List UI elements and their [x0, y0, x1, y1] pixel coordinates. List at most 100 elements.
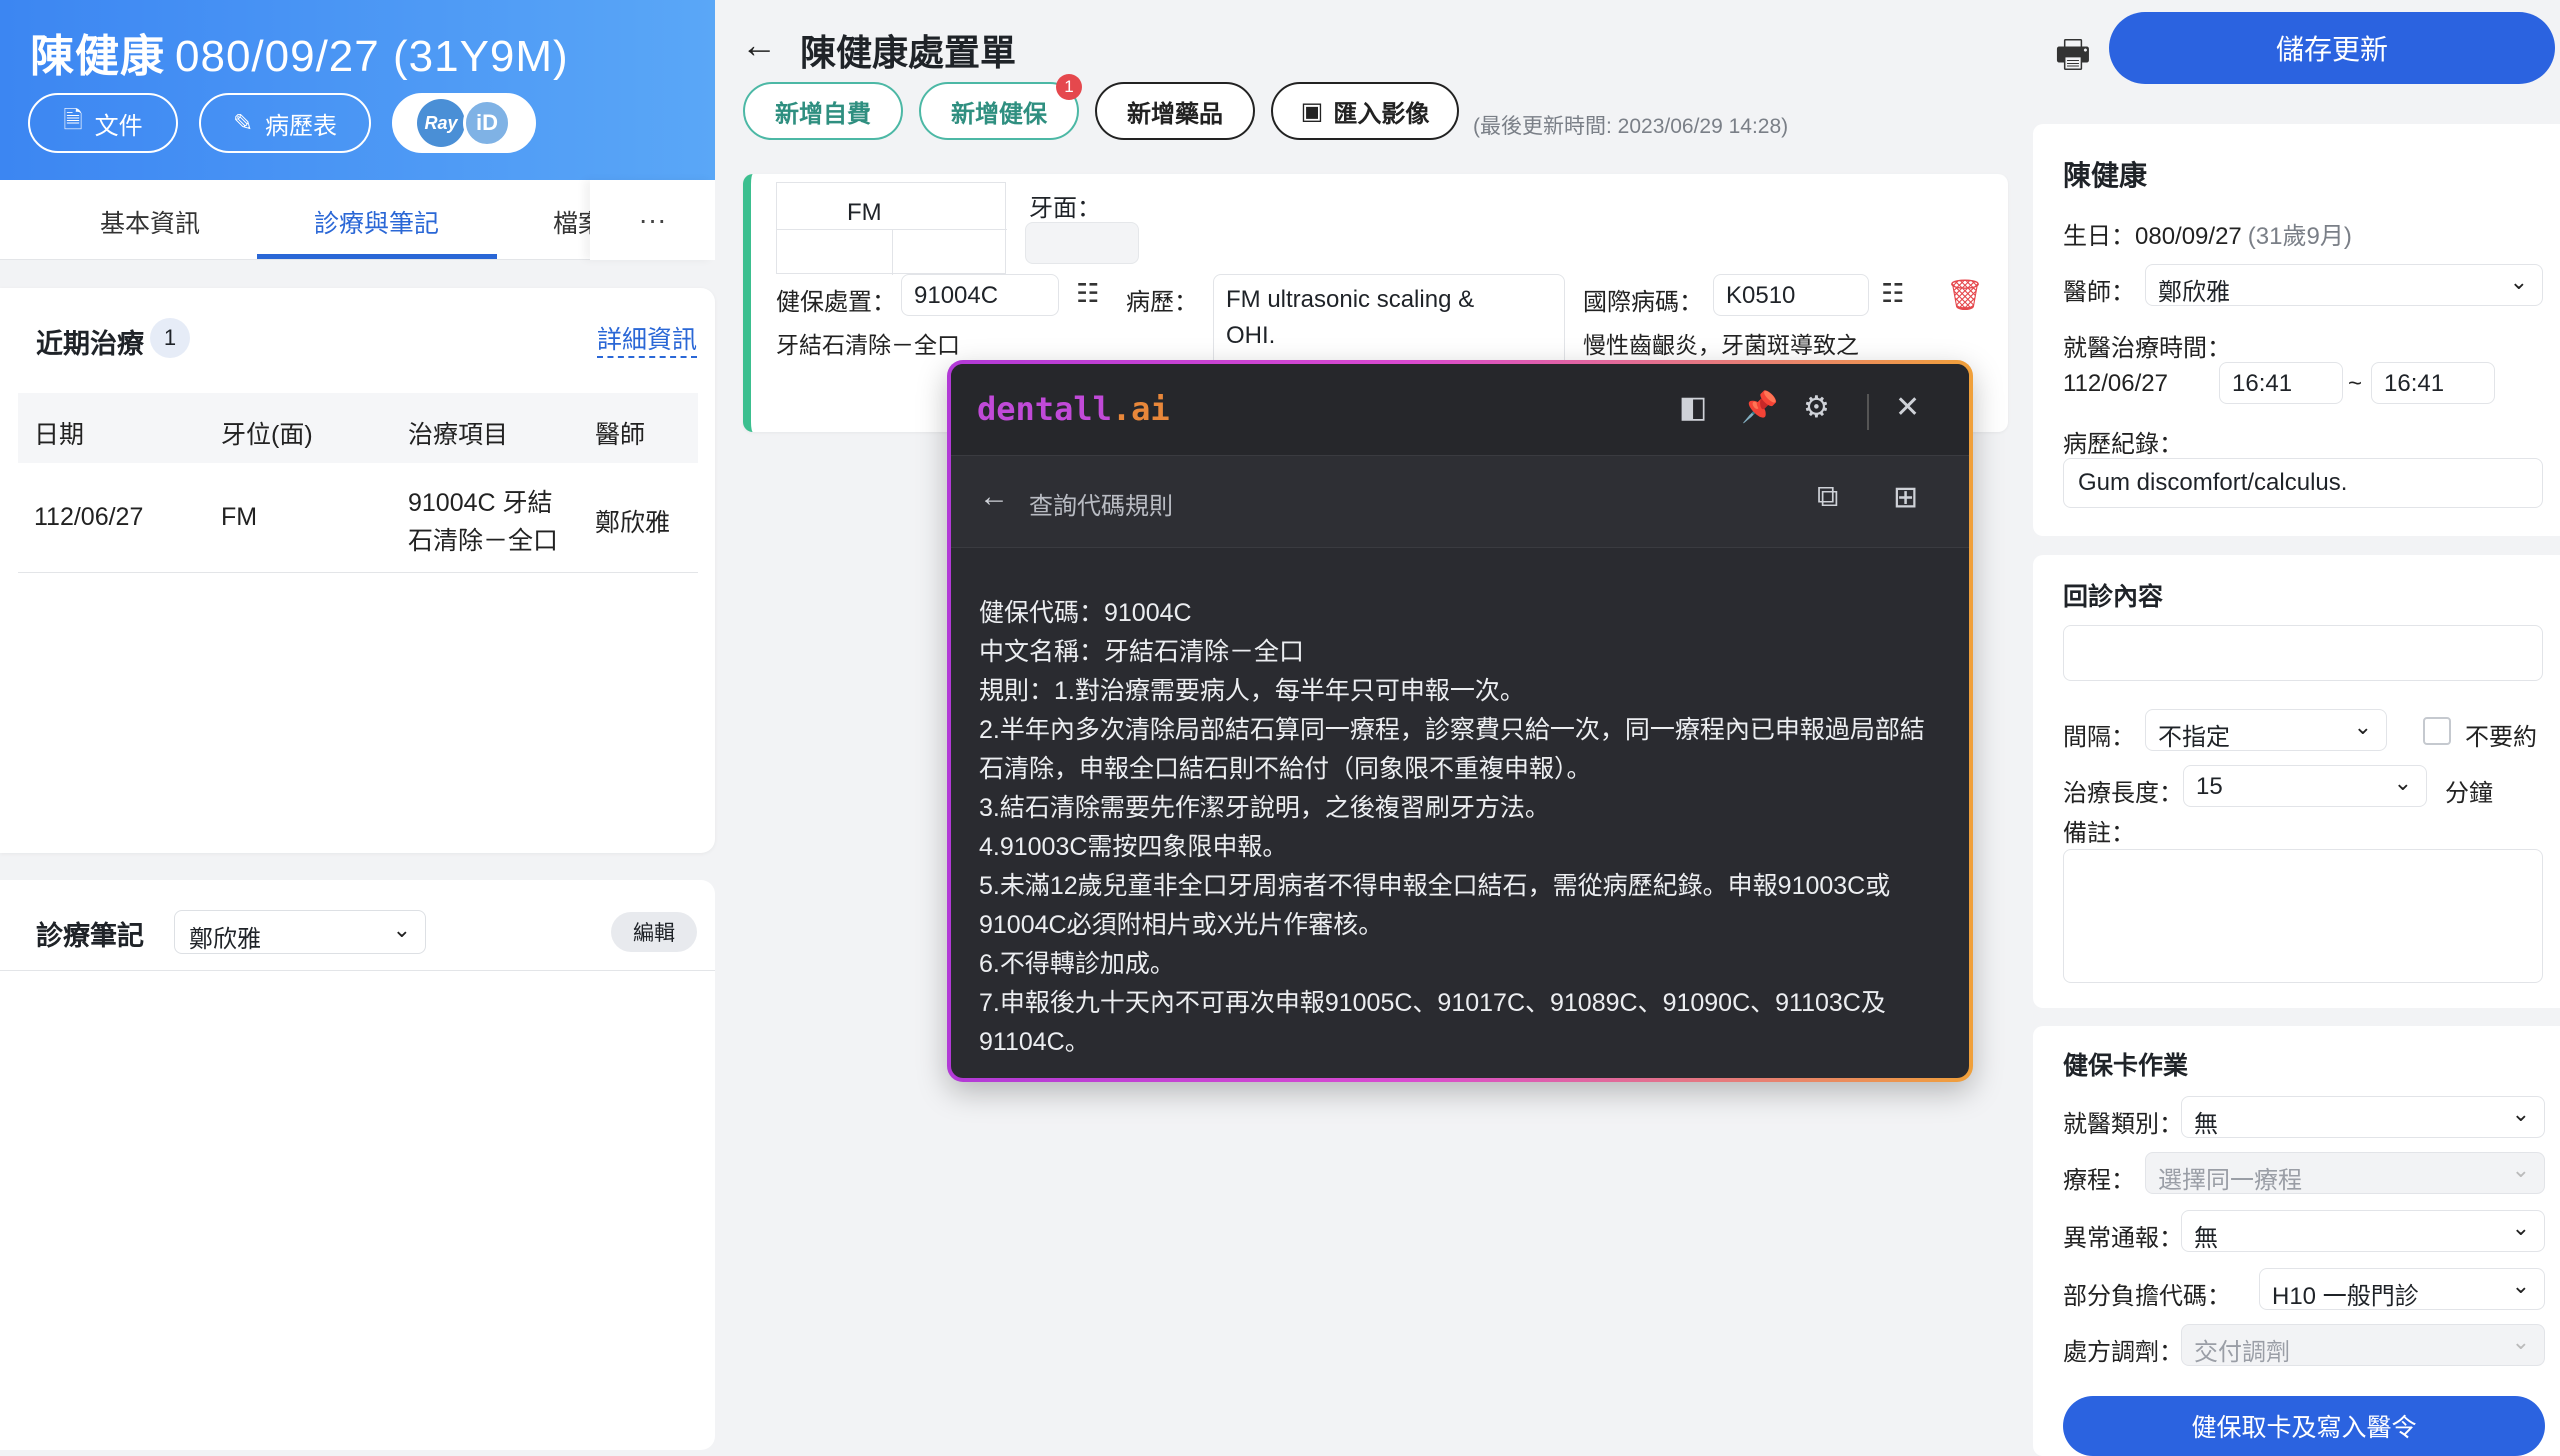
nhi-read-write-button[interactable]: 健保取卡及寫入醫令: [2063, 1396, 2545, 1456]
back-arrow-icon[interactable]: ←: [979, 480, 1009, 514]
popup-subtitle: 查詢代碼規則: [1029, 493, 1173, 520]
add-drug-button[interactable]: 新增藥品: [1095, 82, 1255, 140]
course-label: 療程：: [2063, 1167, 2135, 1194]
length-select[interactable]: 15 ⌄: [2183, 765, 2427, 807]
time-tilde: ~: [2348, 370, 2363, 397]
tooth-position-grid[interactable]: FM: [776, 182, 1007, 275]
list-icon[interactable]: ☷: [1076, 278, 1099, 309]
nhi-code-input[interactable]: 91004C: [901, 274, 1059, 316]
birth-row: 生日：080/09/27 (31歲9月): [2063, 216, 2352, 251]
col-date: 日期: [34, 421, 85, 449]
interval-value: 不指定: [2158, 724, 2230, 751]
doctor-select[interactable]: 鄭欣雅 ⌄: [2145, 264, 2543, 306]
left-tabs: 基本資訊 診療與筆記 檔案 ···: [0, 180, 715, 260]
import-image-button[interactable]: ▣ 匯入影像: [1271, 82, 1459, 140]
minutes-label: 分鐘: [2445, 780, 2493, 807]
patient-header: 陳健康 080/09/27 (31Y9M) 🗎 文件 ✎ 病歷表 Ray iD: [0, 0, 715, 180]
popup-rule-content: 健保代碼：91004C 中文名稱：牙結石清除－全口 規則：1.對治療需要病人，每…: [951, 548, 1969, 1078]
rayid-logo-id: iD: [463, 99, 511, 147]
add-note-icon[interactable]: ⊞: [1893, 480, 1918, 515]
copay-select[interactable]: H10 一般門診 ⌄: [2259, 1268, 2545, 1310]
abnormal-label: 異常通報：: [2063, 1225, 2183, 1252]
tab-files[interactable]: 檔案: [553, 204, 593, 240]
notes-edit-button[interactable]: 編輯: [611, 912, 697, 952]
visit-patient-name: 陳健康: [2063, 160, 2148, 191]
back-arrow-icon[interactable]: ←: [741, 24, 777, 66]
rule-line: 5.未滿12歲兒童非全口牙周病者不得申報全口結石，需從病歷紀錄。申報91003C…: [979, 872, 1891, 939]
chevron-down-icon: ⌄: [2509, 269, 2528, 294]
dispense-label: 處方調劑：: [2063, 1339, 2183, 1366]
gear-icon[interactable]: ⚙: [1803, 390, 1830, 425]
patient-name: 陳健康: [30, 32, 165, 81]
rayid-button[interactable]: Ray iD: [392, 93, 536, 153]
chevron-down-icon: ⌄: [2511, 1215, 2530, 1240]
remark-textarea[interactable]: [2063, 849, 2543, 983]
rule-line: 3.結石清除需要先作潔牙說明，之後複習刷牙方法。: [979, 794, 1550, 822]
document-icon: 🗎: [63, 106, 83, 134]
copy-icon[interactable]: ⧉: [1817, 480, 1838, 514]
right-panel: 🖶 儲存更新 陳健康 生日：080/09/27 (31歲9月) 醫師： 鄭欣雅 ⌄ …: [2015, 0, 2560, 1456]
start-time-input[interactable]: 16:41: [2219, 362, 2343, 404]
dentall-ai-popup: dentall.ai ◧ 📌 ⚙ ✕ ← 查詢代碼規則 ⧉ ⊞ 健保代碼：910…: [947, 360, 1973, 1082]
icd-code-input[interactable]: K0510: [1713, 274, 1869, 316]
chart-button[interactable]: ✎ 病歷表: [199, 93, 371, 153]
tab-diagnosis-notes[interactable]: 診療與筆記: [314, 204, 439, 240]
add-nhi-button[interactable]: 新增健保: [919, 82, 1079, 140]
recent-treatment-card: 近期治療 1 詳細資訊 日期 牙位(面) 治療項目 醫師 112/06/27 F…: [0, 288, 715, 853]
history-textarea[interactable]: FM ultrasonic scaling & OHI.: [1213, 274, 1565, 370]
chevron-down-icon: ⌄: [2511, 1273, 2530, 1298]
length-label: 治療長度：: [2063, 780, 2183, 807]
abnormal-select[interactable]: 無 ⌄: [2181, 1210, 2545, 1252]
save-update-button[interactable]: 儲存更新: [2109, 12, 2555, 84]
trash-icon[interactable]: 🗑: [1946, 278, 1984, 313]
list-icon[interactable]: ☷: [1881, 278, 1904, 309]
surface-label: 牙面：: [1029, 195, 1101, 222]
recent-detail-link[interactable]: 詳細資訊: [597, 320, 698, 358]
recent-count-badge: 1: [150, 318, 190, 358]
more-tabs-button[interactable]: ···: [590, 180, 715, 260]
notes-doctor-select[interactable]: 鄭欣雅 ⌄: [174, 910, 426, 954]
row-item-line1: 91004C 牙結: [408, 489, 553, 517]
recent-treatment-title: 近期治療: [36, 329, 144, 359]
rule-line: 4.91003C需按四象限申報。: [979, 833, 1288, 861]
course-value: 選擇同一療程: [2158, 1167, 2302, 1194]
sidebar-dock-icon[interactable]: ◧: [1679, 390, 1707, 425]
row-tooth: FM: [221, 503, 258, 531]
table-row[interactable]: 112/06/27 FM 91004C 牙結 石清除－全口 鄭欣雅: [18, 463, 698, 573]
nhi-name: 牙結石清除－全口: [776, 332, 960, 358]
rule-line: 2.半年內多次清除局部結石算同一療程，診察費只給一次，同一療程內已申報過局部結石…: [979, 716, 1925, 783]
documents-button[interactable]: 🗎 文件: [28, 93, 178, 153]
course-select[interactable]: 選擇同一療程 ⌄: [2145, 1152, 2545, 1194]
pin-icon[interactable]: 📌: [1741, 390, 1778, 425]
history-line1: FM ultrasonic scaling &: [1226, 286, 1475, 313]
diagnosis-notes-card: 診療筆記 鄭欣雅 ⌄ 編輯: [0, 880, 715, 1450]
divider: [892, 229, 893, 275]
interval-select[interactable]: 不指定 ⌄: [2145, 709, 2387, 751]
visit-type-select[interactable]: 無 ⌄: [2181, 1096, 2545, 1138]
tab-basic-info[interactable]: 基本資訊: [100, 204, 200, 240]
surface-input[interactable]: [1025, 222, 1139, 264]
add-self-pay-button[interactable]: 新增自費: [743, 82, 903, 140]
popup-subheader: ← 查詢代碼規則 ⧉ ⊞: [951, 456, 1969, 548]
revisit-title: 回診內容: [2063, 583, 2164, 611]
recent-table-header: 日期 牙位(面) 治療項目 醫師: [18, 393, 698, 463]
col-item: 治療項目: [408, 421, 509, 449]
rule-line: 6.不得轉診加成。: [979, 950, 1175, 978]
end-time-input[interactable]: 16:41: [2371, 362, 2495, 404]
chart-label: 病歷表: [265, 112, 338, 140]
history-label: 病歷：: [1126, 289, 1198, 316]
no-appointment-label: 不要約: [2465, 724, 2537, 751]
nhi-count-badge: 1: [1056, 74, 1082, 100]
no-appointment-checkbox[interactable]: [2423, 717, 2451, 745]
dispense-select[interactable]: 交付調劑 ⌄: [2181, 1324, 2545, 1366]
printer-icon[interactable]: 🖶: [2055, 26, 2091, 91]
tooth-value: FM: [847, 199, 882, 226]
rule-line: 規則：1.對治療需要病人，每半年只可申報一次。: [979, 677, 1525, 705]
notes-doctor-value: 鄭欣雅: [189, 926, 261, 953]
record-input[interactable]: Gum discomfort/calculus.: [2063, 458, 2543, 508]
rule-line: 健保代碼：91004C: [979, 599, 1192, 627]
copay-label: 部分負擔代碼：: [2063, 1283, 2231, 1310]
age-value: (31歲9月): [2247, 223, 2352, 250]
revisit-input[interactable]: [2063, 625, 2543, 681]
close-icon[interactable]: ✕: [1895, 390, 1920, 425]
